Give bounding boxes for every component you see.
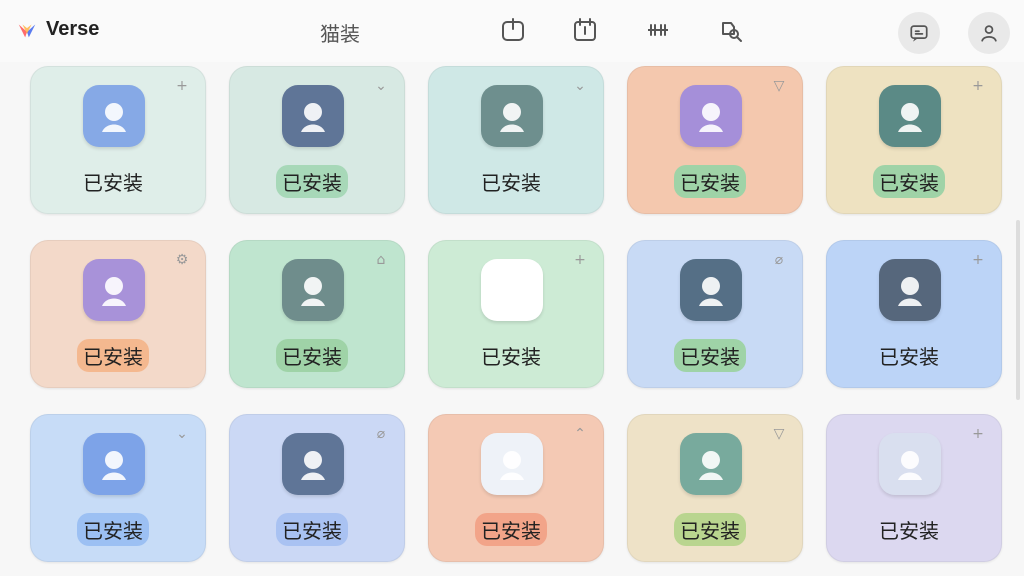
- card-corner-icon[interactable]: +: [571, 251, 589, 269]
- install-status-label: 已安装: [77, 339, 149, 372]
- grid-icon: [481, 433, 543, 495]
- install-status-label: 已安装: [674, 165, 746, 198]
- app-card[interactable]: ⌄ 已安装: [229, 66, 405, 214]
- app-card[interactable]: ▽ 已安装: [627, 414, 803, 562]
- app-card[interactable]: + 已安装: [826, 240, 1002, 388]
- user-icon: [981, 25, 997, 42]
- card-corner-icon[interactable]: ⚙: [173, 251, 191, 269]
- card-corner-icon[interactable]: ⌄: [372, 77, 390, 95]
- palette-icon: [879, 433, 941, 495]
- card-corner-icon[interactable]: ▽: [770, 425, 788, 443]
- card-corner-icon[interactable]: ⌀: [770, 251, 788, 269]
- pencil-icon: [282, 85, 344, 147]
- ghost-icon: [879, 85, 941, 147]
- calendar-icon[interactable]: [571, 16, 599, 44]
- chat-bubble-icon: [83, 433, 145, 495]
- app-card[interactable]: ⌀ 已安装: [229, 414, 405, 562]
- scrollbar[interactable]: [1016, 220, 1020, 400]
- app-card[interactable]: ⚙ 已安装: [30, 240, 206, 388]
- card-corner-icon[interactable]: ⌄: [571, 77, 589, 95]
- card-corner-icon[interactable]: +: [969, 251, 987, 269]
- message-button[interactable]: [898, 12, 940, 54]
- app-card[interactable]: ▽ 已安装: [627, 66, 803, 214]
- install-status-label: 已安装: [879, 519, 939, 543]
- page-title: 猫装: [320, 22, 360, 46]
- ghost-icon: [481, 85, 543, 147]
- app-card[interactable]: + 已安装: [30, 66, 206, 214]
- card-corner-icon[interactable]: ▽: [770, 77, 788, 95]
- user-icon: [680, 85, 742, 147]
- install-status-label: 已安装: [481, 171, 541, 195]
- app-card[interactable]: + 已安装: [826, 414, 1002, 562]
- app-card[interactable]: ⌀ 已安装: [627, 240, 803, 388]
- install-status-label: 已安装: [873, 165, 945, 198]
- card-corner-icon[interactable]: +: [969, 77, 987, 95]
- app-card[interactable]: ⌃ 已安装: [428, 414, 604, 562]
- install-status-label: 已安装: [276, 513, 348, 546]
- brand[interactable]: Verse: [16, 18, 99, 41]
- install-status-label: 已安装: [481, 345, 541, 369]
- power-icon[interactable]: [499, 16, 527, 44]
- card-corner-icon[interactable]: ⌂: [372, 251, 390, 269]
- app-card[interactable]: ⌄ 已安装: [30, 414, 206, 562]
- dumbbell-icon[interactable]: [644, 16, 672, 44]
- top-bar: Verse 猫装: [0, 0, 1024, 62]
- app-card[interactable]: ⌄ 已安装: [428, 66, 604, 214]
- card-corner-icon[interactable]: ⌀: [372, 425, 390, 443]
- trend-icon: [282, 433, 344, 495]
- profile-button[interactable]: [968, 12, 1010, 54]
- card-corner-icon[interactable]: ⌄: [173, 425, 191, 443]
- card-corner-icon[interactable]: ⌃: [571, 425, 589, 443]
- message-icon: [910, 25, 928, 42]
- card-corner-icon[interactable]: +: [969, 425, 987, 443]
- chat-icon: [481, 259, 543, 321]
- app-title: Verse: [46, 18, 100, 40]
- app-card[interactable]: ⌂ 已安装: [229, 240, 405, 388]
- verse-logo-icon: [18, 24, 36, 37]
- install-status-label: 已安装: [879, 345, 939, 369]
- install-status-label: 已安装: [674, 339, 746, 372]
- user-icon: [83, 259, 145, 321]
- download-ghost-icon: [879, 259, 941, 321]
- puzzle-search-icon[interactable]: [716, 16, 744, 44]
- install-status-label: 已安装: [674, 513, 746, 546]
- install-status-label: 已安装: [276, 339, 348, 372]
- arch-icon: [282, 259, 344, 321]
- install-status-label: 已安装: [83, 171, 143, 195]
- app-card[interactable]: + 已安装: [428, 240, 604, 388]
- install-status-label: 已安装: [276, 165, 348, 198]
- install-status-label: 已安装: [475, 513, 547, 546]
- user-icon: [83, 85, 145, 147]
- install-status-label: 已安装: [77, 513, 149, 546]
- card-corner-icon[interactable]: +: [173, 77, 191, 95]
- app-card[interactable]: + 已安装: [826, 66, 1002, 214]
- ghost-icon: [680, 433, 742, 495]
- photo-icon: [680, 259, 742, 321]
